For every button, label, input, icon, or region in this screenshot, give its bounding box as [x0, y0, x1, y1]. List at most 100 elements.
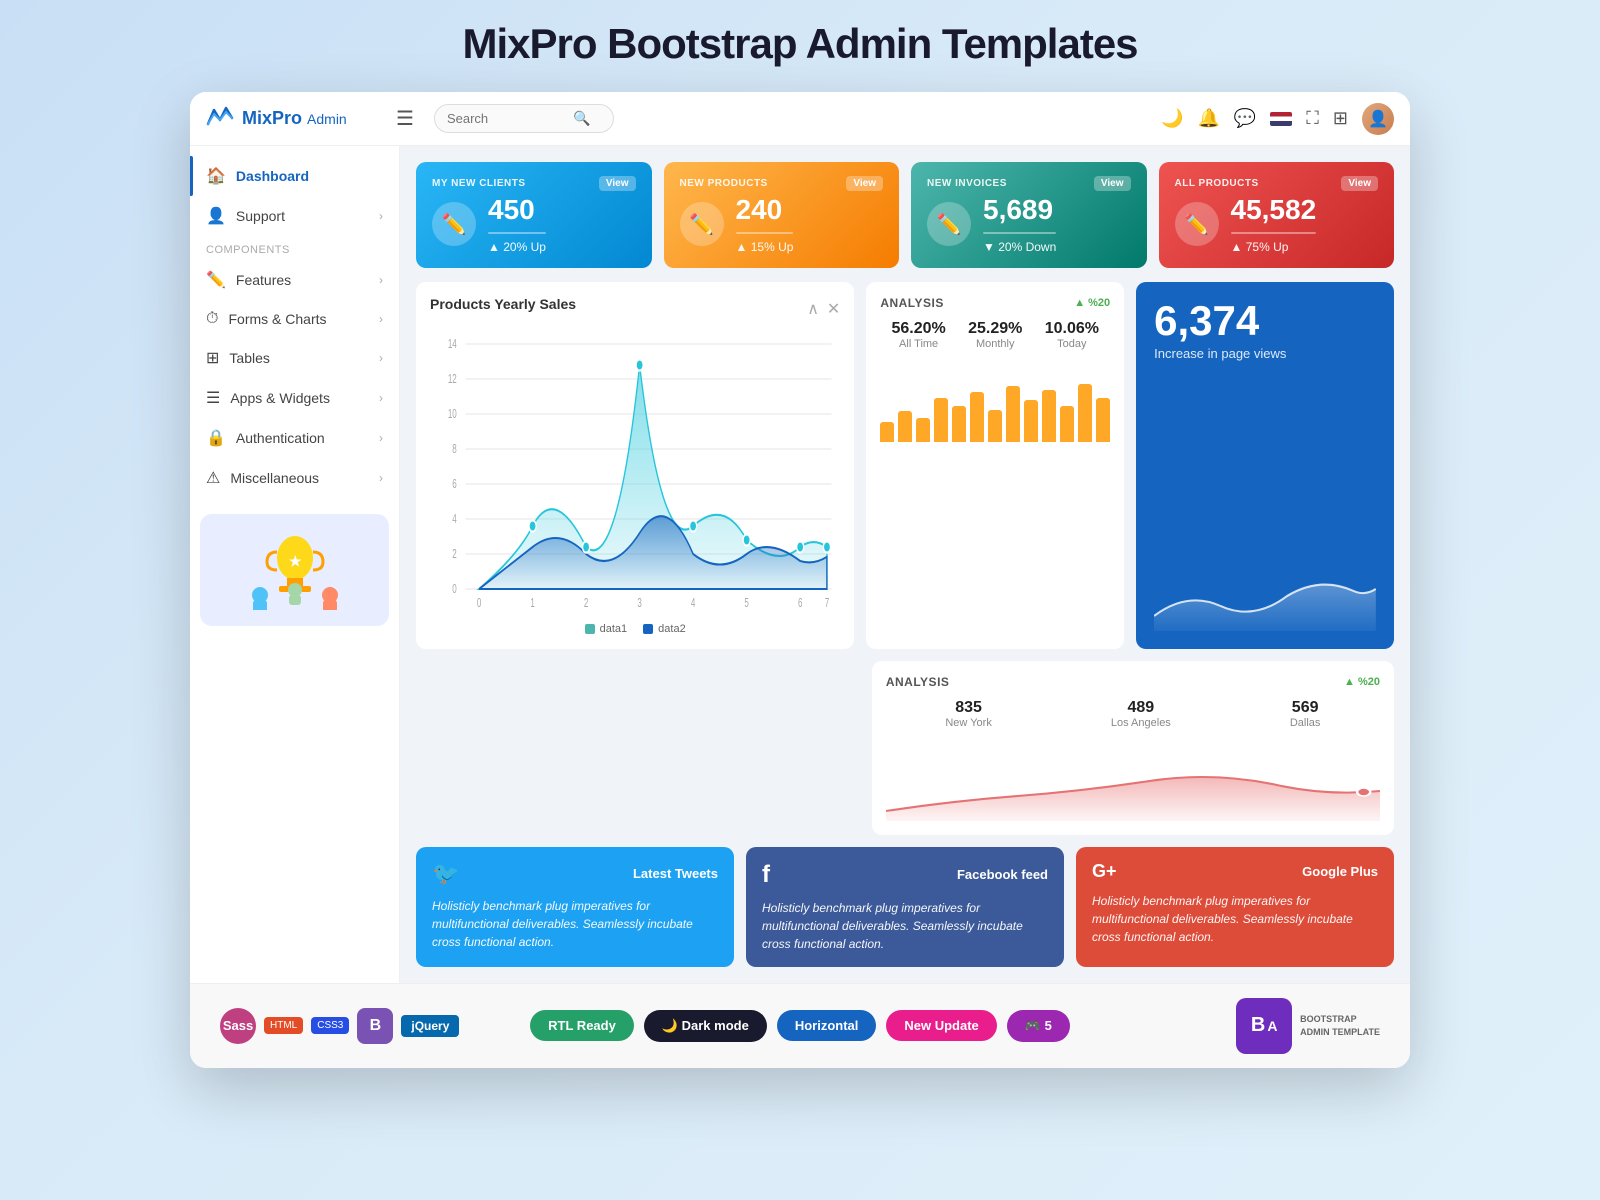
features-icon: ✏️ — [206, 270, 226, 290]
bar-13 — [1096, 398, 1110, 442]
hamburger-button[interactable]: ☰ — [388, 102, 422, 135]
analysis2-label: ANALYSIS — [886, 675, 950, 689]
logo-area: MixPro Admin — [206, 106, 376, 132]
sidebar-item-forms-charts[interactable]: ⏱ Forms & Charts › — [190, 300, 399, 338]
chart-expand-btn[interactable]: ∧ — [807, 299, 819, 319]
analysis1-label: ANALYSIS — [880, 296, 944, 310]
invoices-value: 5,689 — [983, 195, 1056, 226]
clients-view[interactable]: View — [599, 176, 636, 191]
logo-brand: MixPro — [242, 108, 302, 128]
all-products-change: ▲ 75% Up — [1231, 240, 1317, 254]
svg-text:14: 14 — [448, 337, 457, 351]
tables-icon: ⊞ — [206, 348, 219, 368]
sidebar-label-misc: Miscellaneous — [230, 470, 319, 486]
products-label: NEW PRODUCTS — [680, 178, 768, 189]
all-products-view[interactable]: View — [1341, 176, 1378, 191]
bar-2 — [898, 411, 912, 441]
page-views-card: 6,374 Increase in page views — [1136, 282, 1394, 649]
sidebar-label-support: Support — [236, 208, 285, 224]
search-bar[interactable]: 🔍 — [434, 104, 614, 133]
bar-6 — [970, 392, 984, 442]
stat-monthly: 25.29% Monthly — [968, 320, 1022, 350]
home-icon: 🏠 — [206, 166, 226, 186]
sidebar-item-misc[interactable]: ⚠ Miscellaneous › — [190, 458, 399, 498]
browser-window: MixPro Admin ☰ 🔍 🌙 🔔 💬 ⛶ ⊞ 👤 🏠 Dashboard — [190, 92, 1410, 1068]
twitter-text: Holisticly benchmark plug imperatives fo… — [432, 897, 718, 951]
fullscreen-icon[interactable]: ⛶ — [1306, 108, 1319, 129]
svg-text:3: 3 — [637, 596, 642, 610]
svg-text:2: 2 — [452, 547, 457, 561]
arrow-icon: › — [379, 209, 383, 223]
sidebar: 🏠 Dashboard 👤 Support › Components ✏️ Fe… — [190, 146, 400, 983]
sidebar-item-tables[interactable]: ⊞ Tables › — [190, 338, 399, 378]
bar-9 — [1024, 400, 1038, 442]
svg-text:0: 0 — [477, 596, 482, 610]
trophy-illustration: ★ — [235, 530, 355, 610]
all-products-icon: ✏️ — [1175, 202, 1219, 246]
chat-icon[interactable]: 💬 — [1234, 108, 1256, 129]
settings-icon[interactable]: ⊞ — [1333, 108, 1348, 129]
bar-7 — [988, 410, 1002, 442]
apps-icon: ☰ — [206, 388, 220, 408]
stat-alltime: 56.20% All Time — [891, 320, 945, 350]
sidebar-label-tables: Tables — [229, 350, 269, 366]
stat-card-clients: MY NEW CLIENTS View ✏️ 450 ▲ 20% Up — [416, 162, 652, 268]
line-chart-svg: 14 12 10 8 6 4 2 0 0 1 2 3 4 5 — [430, 330, 840, 610]
html-badge: HTML — [264, 1017, 303, 1034]
version-btn[interactable]: 🎮 5 — [1007, 1010, 1070, 1042]
horizontal-btn[interactable]: Horizontal — [777, 1010, 877, 1041]
newyork-value: 835 — [945, 699, 991, 717]
chart-close-btn[interactable]: ✕ — [827, 299, 840, 319]
products-view[interactable]: View — [846, 176, 883, 191]
sidebar-item-auth[interactable]: 🔒 Authentication › — [190, 418, 399, 458]
bootstrap-badge: B — [357, 1008, 393, 1044]
search-input[interactable] — [447, 111, 567, 126]
flag-icon[interactable] — [1270, 112, 1292, 126]
products-value: 240 — [736, 195, 794, 226]
sidebar-item-support[interactable]: 👤 Support › — [190, 196, 399, 236]
facebook-text: Holisticly benchmark plug imperatives fo… — [762, 899, 1048, 953]
content-area: MY NEW CLIENTS View ✏️ 450 ▲ 20% Up — [400, 146, 1410, 983]
clients-change: ▲ 20% Up — [488, 240, 546, 254]
yearly-chart-title: Products Yearly Sales — [430, 296, 576, 312]
avatar[interactable]: 👤 — [1362, 103, 1394, 135]
chart-legend: data1 data2 — [430, 623, 840, 635]
bar-5 — [952, 406, 966, 442]
today-value: 10.06% — [1045, 320, 1099, 338]
svg-text:4: 4 — [452, 512, 457, 526]
page-title: MixPro Bootstrap Admin Templates — [20, 20, 1580, 68]
dark-mode-btn[interactable]: 🌙 Dark mode — [644, 1010, 767, 1042]
tech-logos: Sass HTML CSS3 B jQuery — [220, 1008, 502, 1044]
svg-text:6: 6 — [452, 477, 457, 491]
wave-chart — [1154, 571, 1376, 631]
facebook-title: Facebook feed — [957, 867, 1048, 882]
invoices-view[interactable]: View — [1094, 176, 1131, 191]
analysis1-badge: ▲ %20 — [1074, 297, 1110, 309]
svg-text:8: 8 — [452, 442, 457, 456]
logo-admin: Admin — [307, 111, 347, 127]
sidebar-label-apps: Apps & Widgets — [230, 390, 330, 406]
topbar-icons: 🌙 🔔 💬 ⛶ ⊞ 👤 — [1161, 103, 1394, 135]
auth-icon: 🔒 — [206, 428, 226, 448]
la-value: 489 — [1111, 699, 1171, 717]
social-card-facebook: f Facebook feed Holisticly benchmark plu… — [746, 847, 1064, 967]
sidebar-item-features[interactable]: ✏️ Features › — [190, 260, 399, 300]
logo-text: MixPro Admin — [242, 108, 347, 129]
bar-4 — [934, 398, 948, 442]
svg-text:10: 10 — [448, 407, 457, 421]
rtl-ready-btn[interactable]: RTL Ready — [530, 1010, 634, 1041]
gplus-icon: G+ — [1092, 861, 1117, 882]
stat-newyork: 835 New York — [945, 699, 991, 729]
moon-icon[interactable]: 🌙 — [1161, 108, 1183, 129]
pink-chart — [886, 741, 1380, 821]
sidebar-item-dashboard[interactable]: 🏠 Dashboard — [190, 156, 399, 196]
facebook-icon: f — [762, 861, 770, 889]
svg-text:7: 7 — [825, 596, 830, 610]
analysis2-stats: 835 New York 489 Los Angeles 569 Dallas — [886, 699, 1380, 729]
bell-icon[interactable]: 🔔 — [1197, 108, 1219, 129]
analysis-card-2: ANALYSIS ▲ %20 835 New York 489 Los Ange… — [872, 661, 1394, 835]
new-update-btn[interactable]: New Update — [886, 1010, 996, 1041]
social-row: 🐦 Latest Tweets Holisticly benchmark plu… — [416, 847, 1394, 967]
logo-icon — [206, 106, 236, 132]
sidebar-item-apps[interactable]: ☰ Apps & Widgets › — [190, 378, 399, 418]
